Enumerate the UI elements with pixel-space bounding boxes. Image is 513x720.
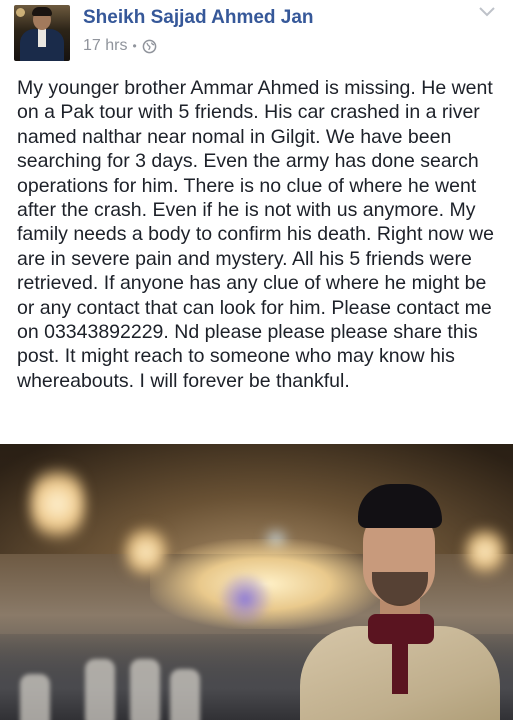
meta-separator: • xyxy=(132,39,137,53)
chevron-down-icon[interactable] xyxy=(478,6,496,18)
globe-icon[interactable] xyxy=(142,39,157,54)
post-timestamp[interactable]: 17 hrs xyxy=(83,37,127,55)
post-photo[interactable] xyxy=(0,444,513,720)
post-header: Sheikh Sajjad Ahmed Jan 17 hrs • xyxy=(0,0,513,66)
post-meta: 17 hrs • xyxy=(83,36,157,56)
author-avatar[interactable] xyxy=(14,5,70,61)
post-text: My younger brother Ammar Ahmed is missin… xyxy=(17,77,494,392)
facebook-post: Sheikh Sajjad Ahmed Jan 17 hrs • My youn… xyxy=(0,0,513,720)
photo-person xyxy=(300,484,500,720)
author-name[interactable]: Sheikh Sajjad Ahmed Jan xyxy=(83,7,314,29)
